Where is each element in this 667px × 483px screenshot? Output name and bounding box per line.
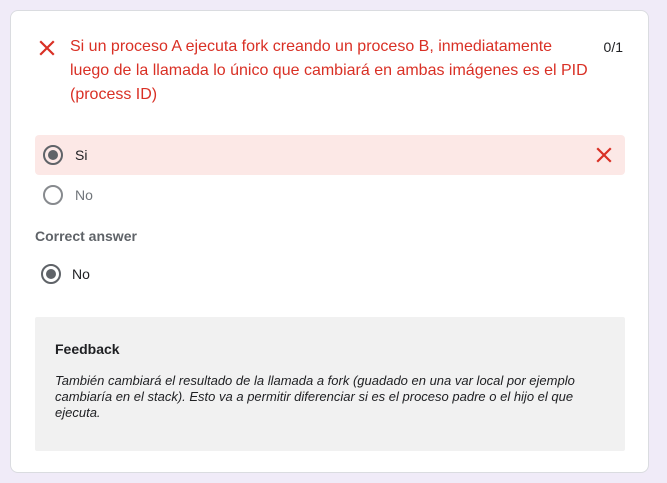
option-si[interactable]: Si <box>35 135 625 175</box>
option-label: No <box>75 187 93 203</box>
question-score: 0/1 <box>603 39 623 55</box>
feedback-box: Feedback También cambiará el resultado d… <box>35 317 625 451</box>
correct-answer-label: No <box>72 266 90 282</box>
incorrect-icon <box>595 146 613 164</box>
correct-answer-option: No <box>35 255 335 295</box>
radio-selected-icon <box>41 264 61 284</box>
question-card: Si un proceso A ejecuta fork creando un … <box>10 10 649 473</box>
correct-answer-heading: Correct answer <box>35 228 137 244</box>
option-no[interactable]: No <box>35 175 625 215</box>
close-icon <box>38 39 56 57</box>
radio-selected-icon[interactable] <box>43 145 63 165</box>
radio-unselected-icon[interactable] <box>43 185 63 205</box>
option-label: Si <box>75 147 88 163</box>
question-title: Si un proceso A ejecuta fork creando un … <box>70 38 588 103</box>
feedback-text: También cambiará el resultado de la llam… <box>55 373 575 420</box>
feedback-heading: Feedback <box>55 341 120 357</box>
